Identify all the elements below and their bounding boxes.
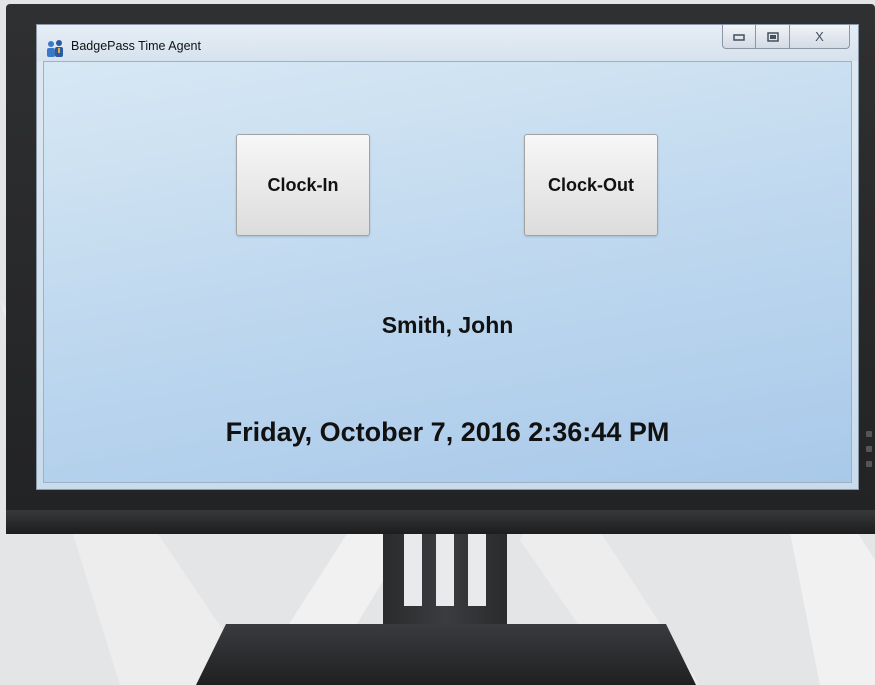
- monitor-chin: [6, 510, 875, 534]
- monitor-button: [866, 431, 872, 437]
- monitor-button: [866, 446, 872, 452]
- stand-slot: [404, 534, 422, 606]
- title-bar[interactable]: BadgePass Time Agent X: [37, 25, 858, 61]
- clock-in-button[interactable]: Clock-In: [236, 134, 370, 236]
- minimize-button[interactable]: [722, 25, 756, 49]
- monitor-base: [196, 624, 696, 685]
- maximize-icon: [766, 31, 779, 42]
- close-icon: X: [815, 29, 824, 44]
- employee-name: Smith, John: [381, 312, 514, 338]
- current-datetime: Friday, October 7, 2016 2:36:44 PM: [225, 417, 670, 447]
- close-button[interactable]: X: [790, 25, 850, 49]
- maximize-button[interactable]: [756, 25, 790, 49]
- window-title: BadgePass Time Agent: [71, 39, 201, 53]
- stand-slot: [468, 534, 486, 606]
- app-window: BadgePass Time Agent X Clock-In Clock-Ou…: [36, 24, 859, 490]
- client-area: Clock-In Clock-Out Smith, John Friday, O…: [43, 61, 852, 483]
- people-icon: [47, 40, 63, 57]
- window-controls: X: [722, 25, 850, 51]
- monitor-button: [866, 461, 872, 467]
- monitor-stand: [383, 534, 507, 636]
- minimize-icon: [733, 33, 745, 41]
- clock-out-button[interactable]: Clock-Out: [524, 134, 658, 236]
- stand-slot: [436, 534, 454, 606]
